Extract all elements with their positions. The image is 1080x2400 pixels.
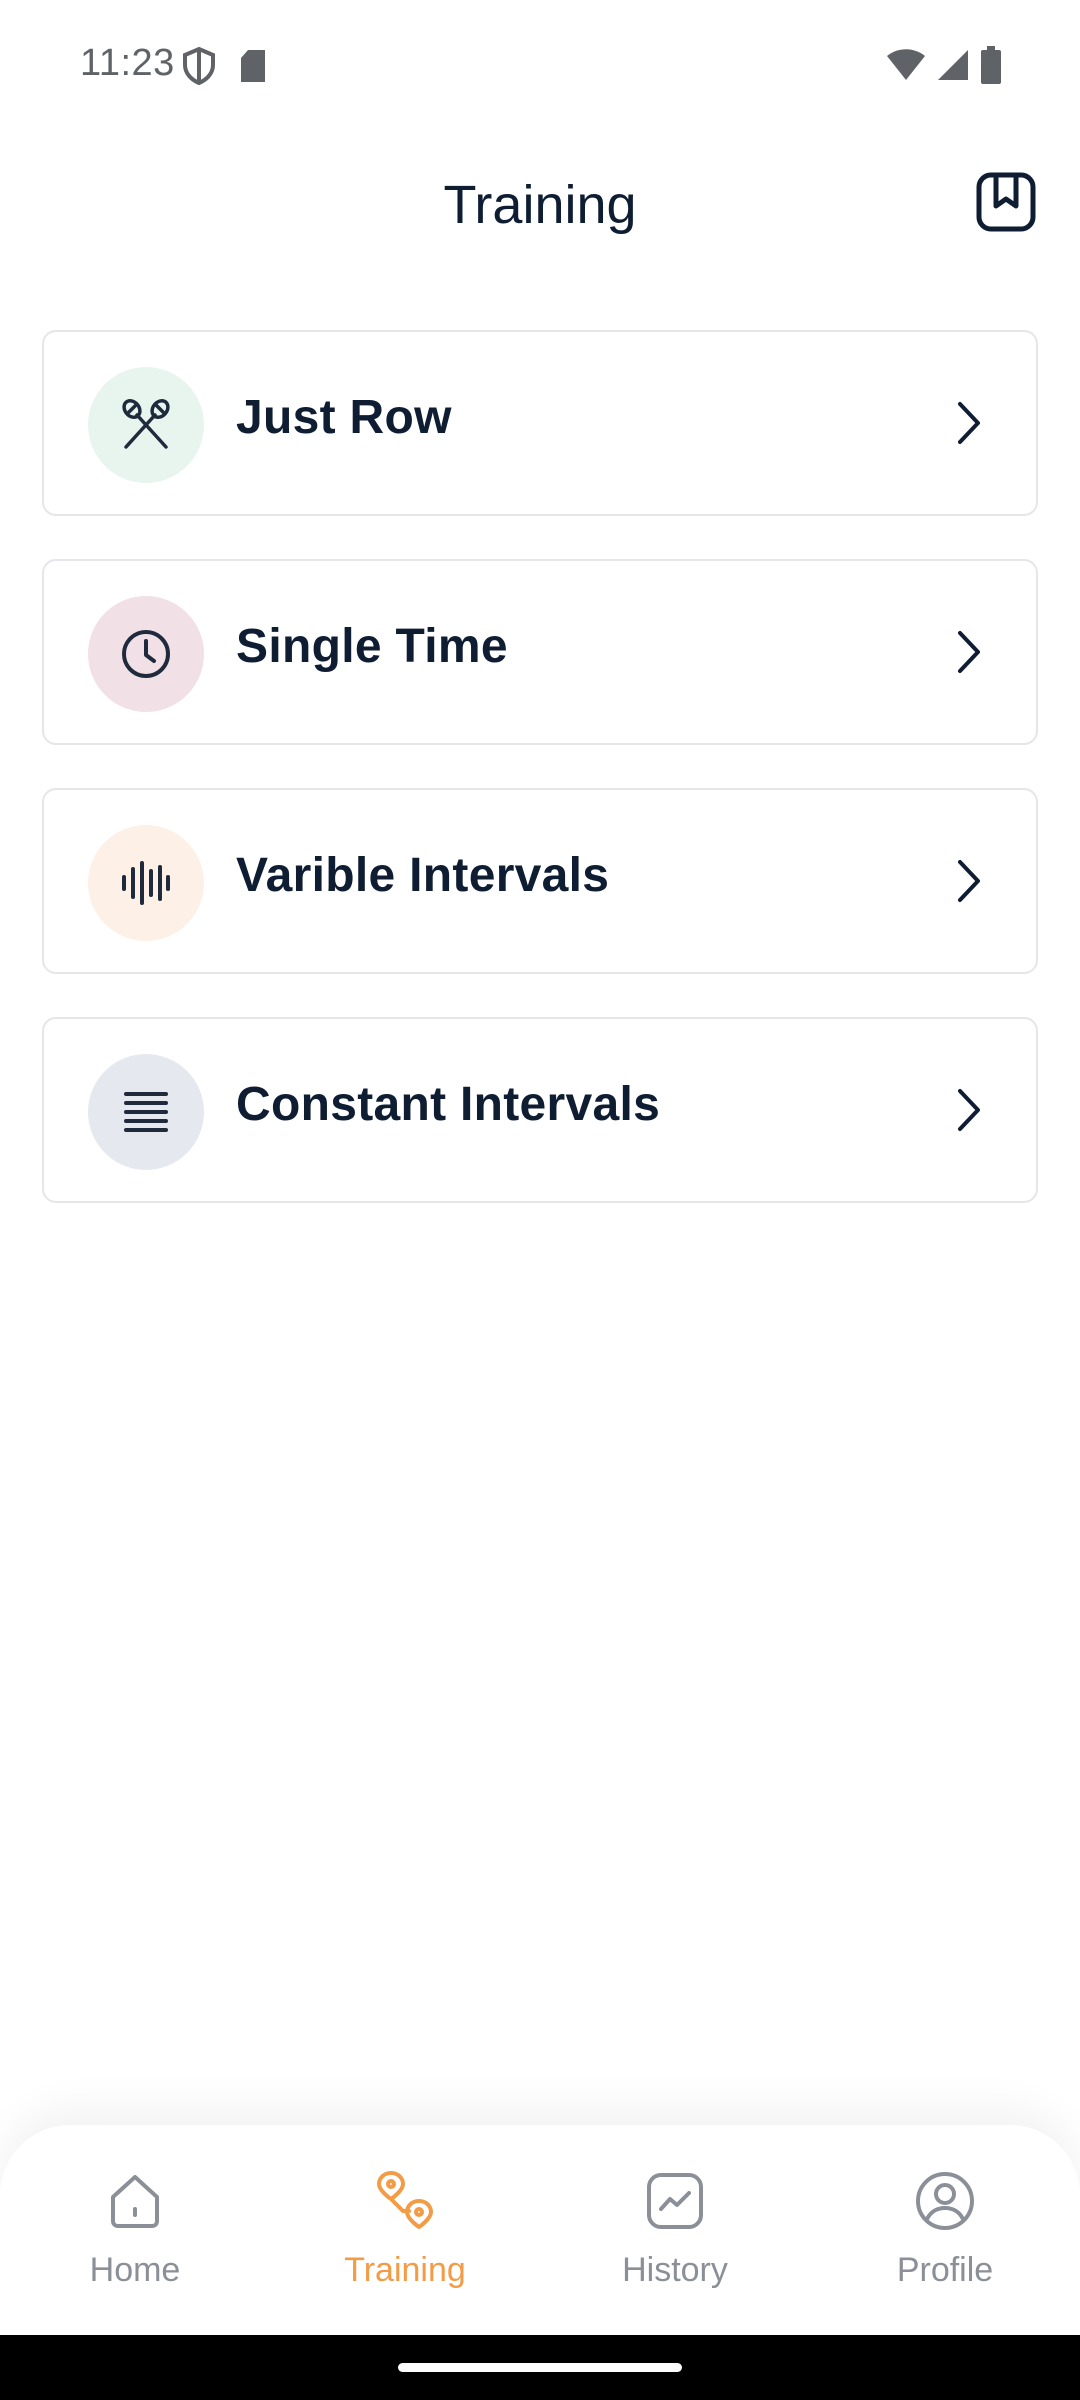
bookmark-icon: [976, 172, 1036, 232]
battery-icon: [981, 46, 1001, 84]
header: Training: [0, 150, 1080, 260]
wifi-icon: [887, 49, 925, 80]
user-icon: [916, 2172, 974, 2230]
home-indicator[interactable]: [398, 2363, 682, 2372]
sd-card-icon: [241, 50, 265, 82]
card-label: Just Row: [236, 391, 452, 444]
status-bar: 11:23: [0, 0, 1080, 132]
card-icon-bg: [88, 1054, 204, 1170]
system-nav-bar: [0, 2335, 1080, 2400]
waveform-icon: [122, 861, 170, 905]
clock-icon: [122, 630, 170, 678]
oars-icon: [122, 399, 170, 449]
chevron-right-icon: [958, 631, 980, 673]
workout-card-varible-intervals[interactable]: Varible Intervals: [42, 788, 1038, 974]
chevron-right-icon: [958, 860, 980, 902]
chevron-right-icon: [958, 1089, 980, 1131]
card-label: Constant Intervals: [236, 1078, 661, 1131]
card-label: Single Time: [236, 620, 508, 673]
nav-label: Training: [344, 2251, 466, 2289]
workout-list: Just Row Single Time Varible Intervals C…: [42, 330, 1038, 1246]
workout-card-just-row[interactable]: Just Row: [42, 330, 1038, 516]
chevron-right-icon: [958, 402, 980, 444]
route-icon: [377, 2171, 433, 2229]
bottom-nav: Home Training History Profile: [0, 2125, 1080, 2335]
card-icon-bg: [88, 825, 204, 941]
nav-item-profile[interactable]: Profile: [845, 2169, 1045, 2290]
card-icon-bg: [88, 367, 204, 483]
workout-card-single-time[interactable]: Single Time: [42, 559, 1038, 745]
home-icon: [111, 2175, 159, 2228]
nav-item-home[interactable]: Home: [35, 2169, 235, 2290]
nav-label: Profile: [896, 2251, 994, 2289]
card-icon-bg: [88, 596, 204, 712]
card-label: Varible Intervals: [236, 849, 610, 902]
page-title: Training: [443, 175, 637, 235]
shield-icon: [183, 46, 215, 86]
workout-card-constant-intervals[interactable]: Constant Intervals: [42, 1017, 1038, 1203]
signal-icon: [938, 50, 968, 80]
nav-item-history[interactable]: History: [575, 2169, 775, 2290]
status-time: 11:23: [80, 42, 175, 84]
nav-label: History: [622, 2251, 728, 2289]
lines-icon: [124, 1092, 168, 1132]
bookmark-button[interactable]: [976, 172, 1036, 232]
chart-icon: [647, 2173, 703, 2229]
nav-label: Home: [89, 2251, 181, 2289]
nav-item-training[interactable]: Training: [305, 2169, 505, 2290]
